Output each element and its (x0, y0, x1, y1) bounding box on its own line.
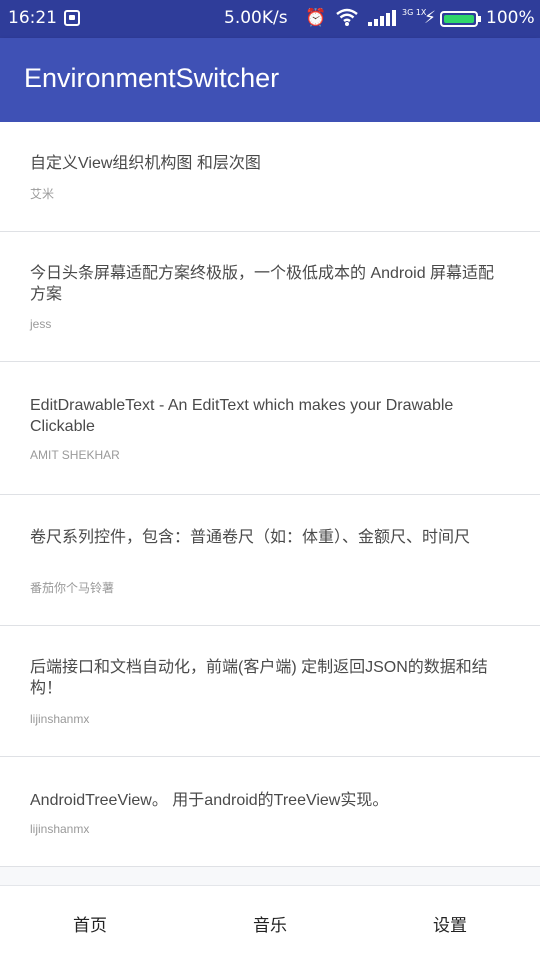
article-author: 艾米 (30, 187, 55, 201)
article-author: lijinshanmx (30, 712, 90, 726)
article-title: AndroidTreeView。 用于android的TreeView实现。 (30, 792, 389, 809)
list-item[interactable]: 自定义View组织机构图 和层次图 艾米 (0, 122, 540, 232)
app-screen: 16:21 5.00K/s ⏰ 3G 1X ⚡ 100% Environment… (0, 0, 540, 960)
battery-percent: 100% (486, 8, 535, 28)
list-item[interactable]: 卷尺系列控件，包含：普通卷尺（如：体重）、金额尺、时间尺 番茄你个马铃薯 (0, 495, 540, 626)
notification-icon (64, 10, 80, 26)
article-author: 番茄你个马铃薯 (30, 581, 115, 595)
list-item[interactable]: 后端接口和文档自动化，前端(客户端) 定制返回JSON的数据和结构！ lijin… (0, 626, 540, 757)
article-title: EditDrawableText - An EditText which mak… (30, 397, 454, 435)
status-bar: 16:21 5.00K/s ⏰ 3G 1X ⚡ 100% (0, 0, 540, 38)
list-item[interactable]: 今日头条屏幕适配方案终极版，一个极低成本的 Android 屏幕适配方案 jes… (0, 232, 540, 362)
alarm-icon: ⏰ (305, 8, 327, 28)
article-title: 卷尺系列控件，包含：普通卷尺（如：体重）、金额尺、时间尺 (30, 529, 471, 546)
battery-icon (440, 11, 478, 27)
network-type: 3G 1X (402, 8, 427, 17)
article-title: 今日头条屏幕适配方案终极版，一个极低成本的 Android 屏幕适配方案 (30, 265, 495, 303)
article-author: lijinshanmx (30, 822, 90, 836)
article-author: AMIT SHEKHAR (30, 448, 120, 462)
charging-icon: ⚡ (424, 8, 436, 28)
article-title: 后端接口和文档自动化，前端(客户端) 定制返回JSON的数据和结构！ (30, 659, 488, 697)
battery-cap (478, 16, 481, 22)
network-speed: 5.00K/s (224, 8, 288, 28)
app-title: EnvironmentSwitcher (24, 63, 280, 93)
article-author: jess (30, 317, 52, 331)
status-time: 16:21 (8, 8, 57, 28)
article-list: 自定义View组织机构图 和层次图 艾米 今日头条屏幕适配方案终极版，一个极低成… (0, 122, 540, 867)
article-title: 自定义View组织机构图 和层次图 (30, 155, 261, 172)
wifi-icon (335, 7, 359, 32)
nav-tab-home[interactable]: 首页 (0, 886, 180, 960)
list-item[interactable]: EditDrawableText - An EditText which mak… (0, 362, 540, 495)
battery-level (444, 15, 474, 23)
nav-tab-settings[interactable]: 设置 (360, 886, 540, 960)
list-item[interactable]: AndroidTreeView。 用于android的TreeView实现。 l… (0, 757, 540, 867)
nav-tab-music[interactable]: 音乐 (180, 886, 360, 960)
bottom-navigation: 首页 音乐 设置 (0, 885, 540, 960)
app-bar: EnvironmentSwitcher (0, 38, 540, 122)
signal-icon (368, 8, 398, 33)
